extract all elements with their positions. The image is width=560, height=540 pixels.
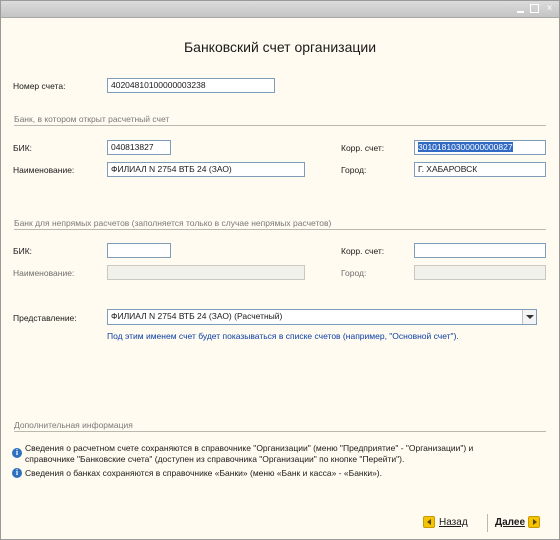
minimize-icon — [517, 11, 524, 13]
indirect-korr-field[interactable] — [414, 243, 546, 258]
bank-name-label: Наименование: — [13, 165, 75, 175]
bik-field[interactable]: 040813827 — [107, 140, 171, 155]
nav-divider — [487, 514, 488, 532]
presentation-hint: Под этим именем счет будет показываться … — [107, 331, 459, 341]
indirect-city-label: Город: — [341, 268, 367, 278]
indirect-city-field — [414, 265, 546, 280]
account-number-field[interactable]: 40204810100000003238 — [107, 78, 275, 93]
additional-info-section-title: Дополнительная информация — [14, 420, 133, 430]
maximize-button[interactable] — [529, 3, 540, 14]
next-button-label: Далее — [495, 517, 526, 528]
info-text-banks: Сведения о банках сохраняются в справочн… — [25, 468, 383, 478]
next-button[interactable]: Далее — [495, 516, 541, 530]
arrow-left-icon — [423, 516, 435, 529]
bank-name-field[interactable]: ФИЛИАЛ N 2754 ВТБ 24 (ЗАО) — [107, 162, 305, 177]
minimize-button[interactable] — [515, 3, 526, 14]
korr-account-value: 30101810300000000827 — [418, 142, 513, 152]
back-button[interactable]: Назад — [423, 516, 468, 530]
dropdown-arrow-icon[interactable] — [522, 310, 536, 324]
indirect-bik-field[interactable] — [107, 243, 171, 258]
close-icon: × — [546, 3, 553, 14]
bank-section-header: Банк, в котором открыт расчетный счет — [14, 114, 546, 126]
title-bar[interactable]: × — [1, 1, 559, 18]
indirect-bank-section-header: Банк для непрямых расчетов (заполняется … — [14, 218, 546, 230]
info-icon: i — [12, 468, 22, 478]
info-text-accounts: Сведения о расчетном счете сохраняются в… — [25, 443, 474, 464]
account-number-label: Номер счета: — [13, 81, 66, 91]
presentation-combobox[interactable]: ФИЛИАЛ N 2754 ВТБ 24 (ЗАО) (Расчетный) — [107, 309, 537, 325]
indirect-bank-section-title: Банк для непрямых расчетов (заполняется … — [14, 218, 332, 228]
city-label: Город: — [341, 165, 367, 175]
korr-account-field[interactable]: 30101810300000000827 — [414, 140, 546, 155]
bank-section-title: Банк, в котором открыт расчетный счет — [14, 114, 170, 124]
indirect-korr-label: Корр. счет: — [341, 246, 385, 256]
close-button[interactable]: × — [544, 3, 555, 14]
page-title: Банковский счет организации — [183, 39, 377, 55]
bik-label: БИК: — [13, 143, 33, 153]
info-icon: i — [12, 448, 22, 458]
presentation-value: ФИЛИАЛ N 2754 ВТБ 24 (ЗАО) (Расчетный) — [111, 311, 283, 321]
presentation-label: Представление: — [13, 313, 77, 323]
indirect-name-label: Наименование: — [13, 268, 75, 278]
maximize-icon — [530, 4, 539, 13]
indirect-bik-label: БИК: — [13, 246, 33, 256]
bank-account-dialog: × Банковский счет организации Номер счет… — [0, 0, 560, 540]
city-field[interactable]: Г. ХАБАРОВСК — [414, 162, 546, 177]
arrow-right-icon — [528, 516, 541, 529]
back-button-label: Назад — [439, 517, 468, 528]
indirect-name-field — [107, 265, 305, 280]
korr-account-label: Корр. счет: — [341, 143, 385, 153]
additional-info-section-header: Дополнительная информация — [14, 420, 546, 432]
